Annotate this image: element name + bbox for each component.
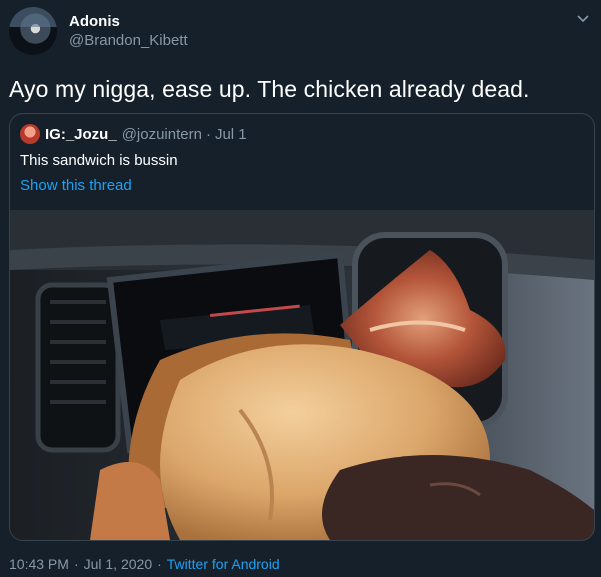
author-avatar[interactable] [9,7,57,55]
quoted-tweet-text: This sandwich is bussin [20,152,178,169]
separator-dot: · [157,556,162,572]
quoted-tweet-date[interactable]: Jul 1 [215,126,247,143]
quoted-author-handle[interactable]: @jozuintern [122,126,202,143]
sandwich-photo[interactable] [10,210,594,540]
separator-dot: · [73,556,79,572]
tweet-text: Ayo my nigga, ease up. The chicken alrea… [9,76,530,102]
tweet-date[interactable]: Jul 1, 2020 [84,556,153,572]
tweet-time[interactable]: 10:43 PM [9,556,69,572]
author-display-name[interactable]: Adonis [69,13,120,30]
quoted-tweet-header: IG:_Jozu_ @jozuintern · Jul 1 [20,124,247,144]
quoted-tweet[interactable]: IG:_Jozu_ @jozuintern · Jul 1 This sandw… [9,113,595,541]
quoted-author-name[interactable]: IG:_Jozu_ [45,126,117,143]
quoted-author-avatar[interactable] [20,124,40,144]
source-app-link[interactable]: Twitter for Android [167,556,280,572]
chevron-down-icon[interactable] [575,10,591,31]
show-thread-link[interactable]: Show this thread [20,177,132,194]
tweet-metadata: 10:43 PM · Jul 1, 2020 · Twitter for And… [9,556,280,572]
author-handle[interactable]: @Brandon_Kibett [69,32,188,49]
separator-dot: · [205,125,211,143]
